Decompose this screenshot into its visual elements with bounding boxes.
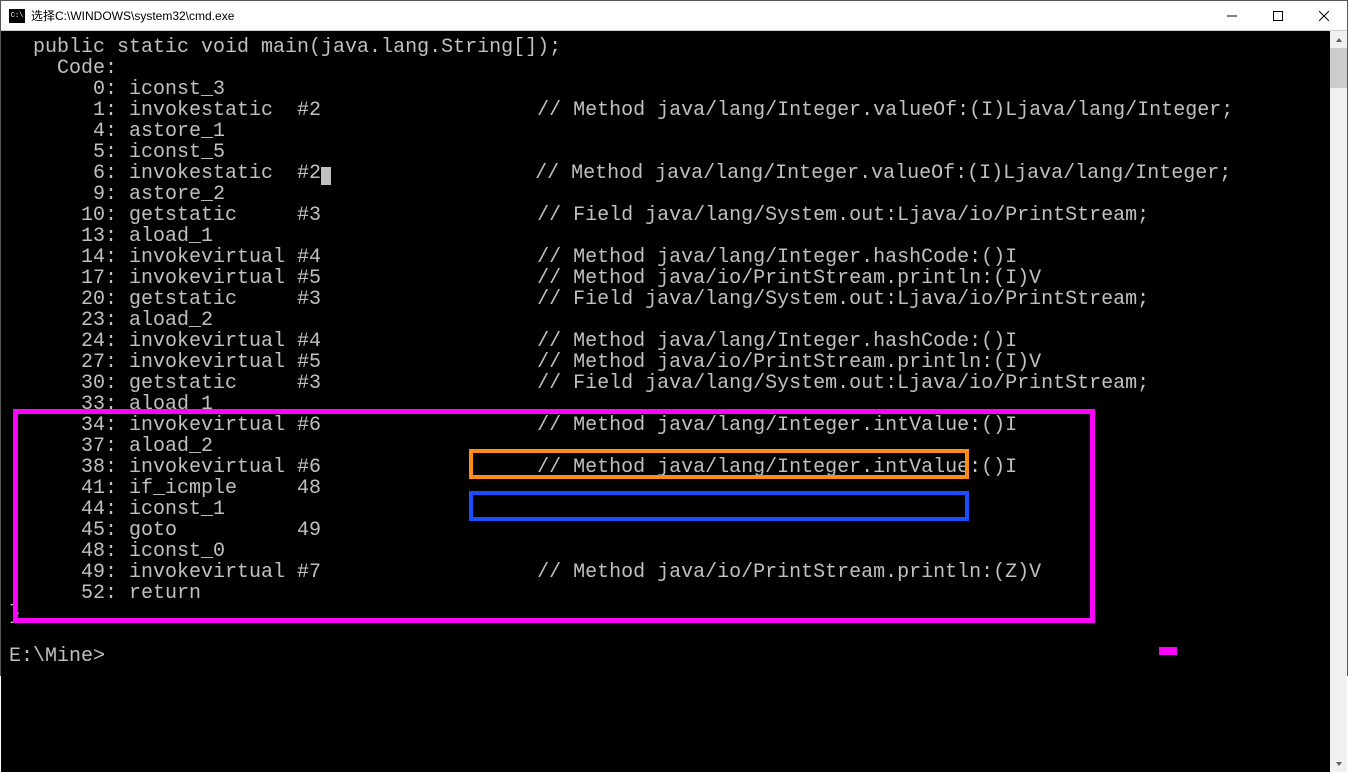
scroll-down-button[interactable]	[1330, 755, 1347, 772]
code-line: 41: if_icmple 48	[9, 477, 321, 500]
code-line: 10: getstatic #3 // Field java/lang/Syst…	[9, 204, 1149, 227]
code-line: 34: invokevirtual #6 // Method java/lang…	[9, 414, 1017, 437]
code-line: 9: astore_2	[9, 183, 225, 206]
scroll-up-button[interactable]	[1330, 31, 1347, 48]
code-line: Code:	[9, 57, 117, 80]
code-line: }	[9, 603, 21, 626]
code-line: 27: invokevirtual #5 // Method java/io/P…	[9, 351, 1041, 374]
code-line: 33: aload_1	[9, 393, 213, 416]
code-line: 5: iconst_5	[9, 141, 225, 164]
titlebar[interactable]: 选择C:\WINDOWS\system32\cmd.exe	[1, 1, 1347, 31]
cmd-icon	[9, 9, 25, 23]
code-line: public static void main(java.lang.String…	[9, 36, 561, 59]
code-line: 24: invokevirtual #4 // Method java/lang…	[9, 330, 1017, 353]
scroll-thumb[interactable]	[1330, 48, 1347, 88]
code-line: 45: goto 49	[9, 519, 321, 542]
code-line: 20: getstatic #3 // Field java/lang/Syst…	[9, 288, 1149, 311]
code-line: 1: invokestatic #2 // Method java/lang/I…	[9, 99, 1233, 122]
code-line: 38: invokevirtual #6 // Method java/lang…	[9, 456, 1017, 479]
code-line: 37: aload_2	[9, 435, 213, 458]
cmd-window: 选择C:\WINDOWS\system32\cmd.exe public sta…	[0, 0, 1348, 676]
prompt-line: E:\Mine>	[9, 645, 105, 668]
terminal-output[interactable]: public static void main(java.lang.String…	[1, 31, 1330, 772]
window-title: 选择C:\WINDOWS\system32\cmd.exe	[31, 7, 234, 24]
code-line: 4: astore_1	[9, 120, 225, 143]
vertical-scrollbar[interactable]	[1330, 31, 1347, 772]
maximize-button[interactable]	[1255, 1, 1301, 31]
code-line: // Method java/lang/Integer.valueOf:(I)L…	[331, 162, 1231, 185]
code-line: 6: invokestatic #2	[9, 162, 321, 185]
code-line: 14: invokevirtual #4 // Method java/lang…	[9, 246, 1017, 269]
code-line: 30: getstatic #3 // Field java/lang/Syst…	[9, 372, 1149, 395]
code-line: 48: iconst_0	[9, 540, 225, 563]
close-button[interactable]	[1301, 1, 1347, 31]
highlight-mark	[1159, 647, 1177, 655]
code-line: 13: aload_1	[9, 225, 213, 248]
code-line: 52: return	[9, 582, 201, 605]
code-line: 23: aload_2	[9, 309, 213, 332]
selection-cursor	[321, 167, 331, 185]
code-line: 0: iconst_3	[9, 78, 225, 101]
terminal-area: public static void main(java.lang.String…	[1, 31, 1347, 772]
code-line: 49: invokevirtual #7 // Method java/io/P…	[9, 561, 1041, 584]
minimize-button[interactable]	[1209, 1, 1255, 31]
code-line: 44: iconst_1	[9, 498, 225, 521]
code-line: 17: invokevirtual #5 // Method java/io/P…	[9, 267, 1041, 290]
